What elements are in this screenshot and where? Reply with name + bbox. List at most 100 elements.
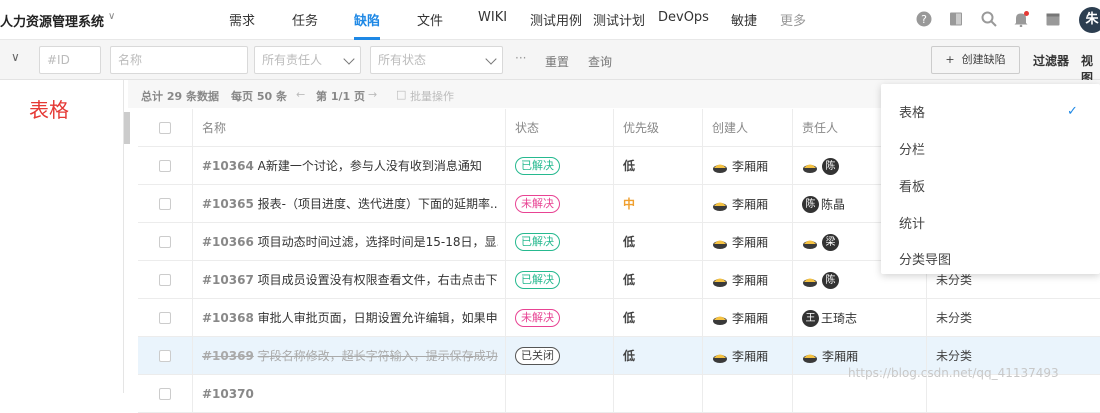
next-page-icon[interactable]: → [368,88,377,101]
status-badge[interactable]: 已关闭 [515,347,560,365]
chevron-down-icon[interactable]: ∨ [11,50,20,64]
col-header-assignee[interactable]: 责任人 [802,109,838,147]
page-size[interactable]: 每页 50 条 [231,88,287,104]
bug-name-cell[interactable]: #10370 [202,375,498,413]
avatar-icon [713,202,727,211]
batch-icon: □ [396,88,407,101]
col-header-name[interactable]: 名称 [202,109,226,147]
reset-button[interactable]: 重置 [545,53,569,70]
creator-cell: 李厢厢 [712,337,768,375]
bug-title: 审批人审批页面，日期设置允许编辑，如果申... [257,311,498,325]
create-bug-button[interactable]: + 创建缺陷 [931,46,1020,74]
nav-item-more[interactable]: 更多 [780,10,806,29]
creator-cell: 李厢厢 [712,299,768,337]
bug-id: #10370 [202,387,254,401]
row-checkbox[interactable] [159,312,171,324]
row-checkbox[interactable] [159,236,171,248]
app-title[interactable]: 人力资源管理系统 [0,11,104,30]
avatar-icon [803,240,817,249]
batch-operations-button[interactable]: 批量操作 [410,88,454,104]
bug-name-cell[interactable]: #10368 审批人审批页面，日期设置允许编辑，如果申... [202,299,498,337]
bug-name-input[interactable]: 名称 [110,46,248,74]
select-all-checkbox[interactable] [159,122,171,134]
col-header-priority[interactable]: 优先级 [623,109,659,147]
bug-name-cell[interactable]: #10369 字段名称修改，超长字符输入，提示保存成功 [202,337,498,375]
page-indicator: 第 1/1 页 [316,90,365,103]
bell-icon[interactable] [1013,11,1029,27]
nav-item-wiki[interactable]: WIKI [478,10,507,25]
row-checkbox[interactable] [159,274,171,286]
assignee-cell: 梁 [802,223,841,261]
row-checkbox[interactable] [159,350,171,362]
priority-cell: 低 [623,159,636,173]
creator-name: 李厢厢 [732,235,769,250]
table-row[interactable]: #10368 审批人审批页面，日期设置允许编辑，如果申... 未解决 低 李厢厢 王王琦… [138,299,1100,337]
bug-name-cell[interactable]: #10365 报表-（项目进度、迭代进度）下面的延期率... [202,185,498,223]
assignee-select[interactable]: 所有责任人 [254,46,361,74]
view-option-table[interactable]: 表格 [899,102,925,121]
status-badge[interactable]: 未解决 [515,309,560,327]
status-badge[interactable]: 已解决 [515,271,560,289]
status-cell: 已解决 [515,223,560,261]
avatar-icon [713,240,727,249]
bug-id: #10364 [202,159,254,173]
nav-item-devops[interactable]: DevOps [658,10,709,25]
view-option-category-map[interactable]: 分类导图 [899,249,951,268]
assignee-cell: 陈陈晶 [802,185,845,223]
query-button[interactable]: 查询 [588,53,612,70]
bug-id-input[interactable]: #ID [39,46,101,74]
status-badge[interactable]: 已解决 [515,233,560,251]
view-option-columns[interactable]: 分栏 [899,139,925,158]
status-badge[interactable]: 已解决 [515,157,560,175]
assignee-cell: 陈 [802,147,841,185]
bug-id: #10368 [202,311,254,325]
search-icon[interactable] [981,11,997,27]
priority-cell: 低 [623,349,636,363]
nav-item-requirements[interactable]: 需求 [229,10,255,29]
bug-id: #10365 [202,197,254,211]
status-select[interactable]: 所有状态 [370,46,503,74]
avatar-icon [803,278,817,287]
view-option-kanban[interactable]: 看板 [899,176,925,195]
user-avatar[interactable]: 朱 [1079,7,1100,33]
bug-id: #10369 [202,349,254,363]
row-checkbox[interactable] [159,160,171,172]
creator-cell: 李厢厢 [712,223,768,261]
more-options-icon[interactable]: ··· [515,51,526,65]
left-panel: 表格 [0,80,124,393]
view-option-statistics[interactable]: 统计 [899,213,925,232]
status-select-value: 所有状态 [378,53,427,67]
chevron-down-icon[interactable]: ∨ [108,11,115,22]
row-checkbox[interactable] [159,198,171,210]
creator-name: 李厢厢 [732,159,769,174]
col-header-creator[interactable]: 创建人 [712,109,748,147]
nav-item-files[interactable]: 文件 [417,10,443,29]
bug-name-cell[interactable]: #10367 项目成员设置没有权限查看文件，右击点击下... [202,261,498,299]
bug-name-cell[interactable]: #10364 A新建一个讨论，参与人没有收到消息通知 [202,147,498,185]
nav-item-test-cases[interactable]: 测试用例 [530,10,582,29]
calendar-icon[interactable] [1045,11,1061,27]
filter-button[interactable]: 过滤器 [1033,52,1069,69]
help-icon[interactable]: ? [916,11,932,27]
status-badge[interactable]: 未解决 [515,195,560,213]
status-cell: 已关闭 [515,337,560,375]
total-count: 总计 29 条数据 [141,90,219,103]
prev-page-icon[interactable]: ← [296,88,305,101]
table-row[interactable]: #10370 [138,375,1100,413]
col-header-status[interactable]: 状态 [515,109,539,147]
nav-item-tasks[interactable]: 任务 [292,10,318,29]
nav-item-agile[interactable]: 敏捷 [731,10,757,29]
bug-id: #10367 [202,273,254,287]
nav-item-bugs[interactable]: 缺陷 [354,10,380,29]
creator-name: 李厢厢 [732,273,769,288]
panel-resize-handle[interactable] [124,112,130,144]
creator-cell: 李厢厢 [712,147,768,185]
row-checkbox[interactable] [159,388,171,400]
nav-item-test-plans[interactable]: 测试计划 [593,10,645,29]
book-icon[interactable] [948,11,964,27]
assignee-avatar: 陈 [802,196,819,213]
assignee-name: 陈晶 [821,197,846,212]
bug-name-cell[interactable]: #10366 项目动态时间过滤，选择时间是15-18日，显... [202,223,498,261]
assignee-avatar: 陈 [822,272,839,289]
bug-title: A新建一个讨论，参与人没有收到消息通知 [257,159,482,173]
